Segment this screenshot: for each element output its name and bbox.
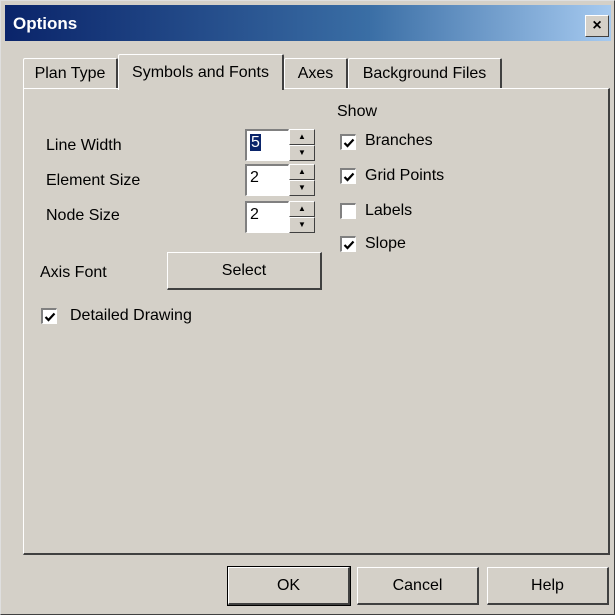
element-size-up-button[interactable]: ▲ [289,164,315,180]
line-width-value: 5 [250,134,261,151]
grid-points-checkbox[interactable] [340,168,356,184]
help-button[interactable]: Help [487,567,609,605]
button-label: OK [276,576,301,594]
tab-plan-type[interactable]: Plan Type [23,58,118,88]
branches-checkbox[interactable] [340,134,356,150]
tab-label: Axes [297,64,334,82]
tab-label: Symbols and Fonts [132,63,269,81]
tab-label: Plan Type [34,64,106,82]
checkmark-icon [343,138,355,148]
slope-label: Slope [365,235,406,252]
button-label: Cancel [392,576,443,594]
element-size-spinner: ▲ ▼ [289,164,315,196]
cancel-button[interactable]: Cancel [357,567,479,605]
element-size-input[interactable]: 2 [245,164,289,196]
ok-button[interactable]: OK [227,566,351,606]
tab-symbols-and-fonts[interactable]: Symbols and Fonts [118,54,284,90]
axis-font-select-button[interactable]: Select [167,252,322,290]
tab-axes[interactable]: Axes [284,58,348,88]
checkmark-icon [343,172,355,182]
detailed-drawing-checkbox[interactable] [41,308,57,324]
element-size-down-button[interactable]: ▼ [289,180,315,196]
labels-checkbox[interactable] [340,203,356,219]
line-width-down-button[interactable]: ▼ [289,145,315,161]
button-label: Select [221,261,267,279]
down-arrow-icon: ▼ [298,183,306,192]
node-size-input[interactable]: 2 [245,201,289,233]
axis-font-label: Axis Font [40,264,107,281]
title-bar[interactable]: Options [5,5,611,41]
branches-label: Branches [365,132,433,149]
node-size-label: Node Size [46,207,120,224]
grid-points-label: Grid Points [365,167,445,184]
node-size-down-button[interactable]: ▼ [289,217,315,233]
down-arrow-icon: ▼ [298,148,306,157]
element-size-value: 2 [250,169,259,186]
close-icon: × [592,17,602,34]
tab-label: Background Files [362,64,487,82]
line-width-input[interactable]: 5 [245,129,289,161]
up-arrow-icon: ▲ [298,204,306,213]
node-size-value: 2 [250,206,259,223]
tab-panel: Line Width 5 ▲ ▼ Element Size 2 ▲ ▼ Node… [23,88,610,555]
button-label: Help [531,576,564,594]
checkmark-icon [343,240,355,250]
up-arrow-icon: ▲ [298,132,306,141]
close-button[interactable]: × [585,15,609,37]
line-width-spinner: ▲ ▼ [289,129,315,161]
line-width-label: Line Width [46,137,122,154]
down-arrow-icon: ▼ [298,220,306,229]
node-size-up-button[interactable]: ▲ [289,201,315,217]
up-arrow-icon: ▲ [298,167,306,176]
checkmark-icon [44,312,56,322]
show-heading: Show [337,103,378,120]
line-width-up-button[interactable]: ▲ [289,129,315,145]
labels-label: Labels [365,202,413,219]
slope-checkbox[interactable] [340,236,356,252]
window-title: Options [13,14,78,33]
options-dialog: Options × Plan Type Symbols and Fonts Ax… [0,0,615,615]
tab-background-files[interactable]: Background Files [348,58,502,88]
node-size-spinner: ▲ ▼ [289,201,315,233]
element-size-label: Element Size [46,172,141,189]
detailed-drawing-label: Detailed Drawing [70,307,192,324]
